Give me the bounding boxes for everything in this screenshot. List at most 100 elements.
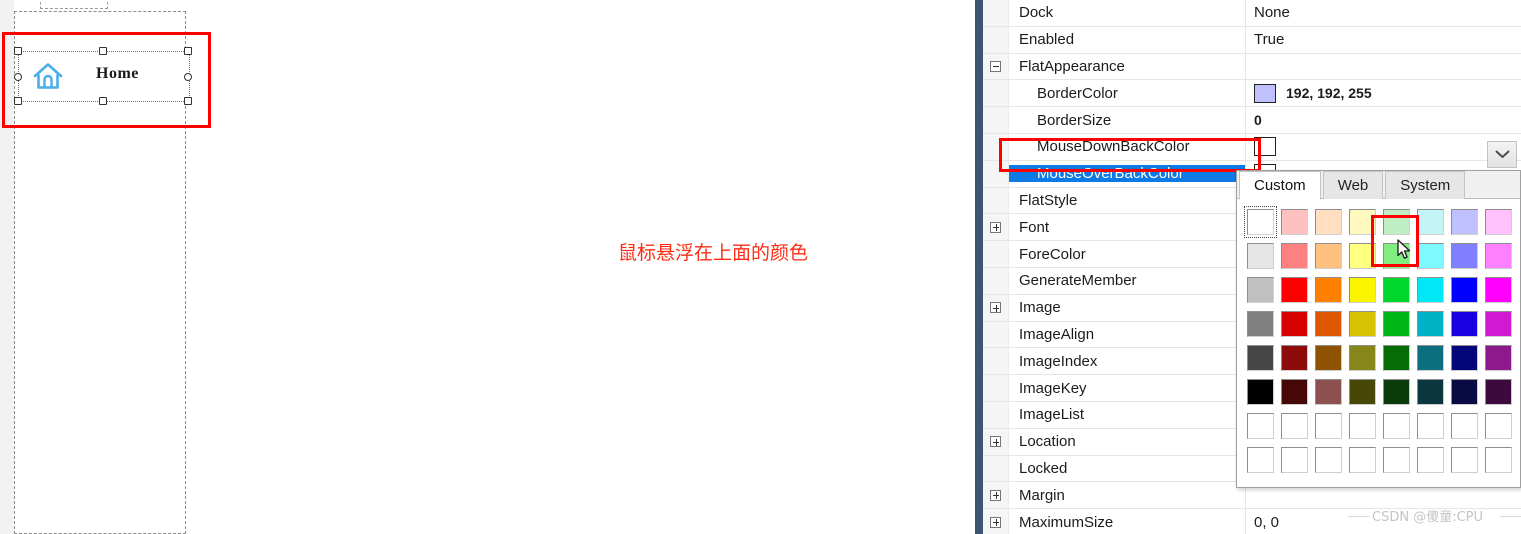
expand-plus-icon[interactable] xyxy=(990,489,1001,501)
color-chip[interactable] xyxy=(1280,311,1308,337)
property-name[interactable]: ImageKey xyxy=(1009,380,1245,397)
color-chip[interactable] xyxy=(1383,345,1411,371)
resize-handle-middle-left[interactable] xyxy=(14,73,22,81)
resize-handle-bottom-left[interactable] xyxy=(14,97,22,105)
color-swatch-cell[interactable] xyxy=(1345,409,1379,443)
color-swatch-cell[interactable] xyxy=(1482,205,1516,239)
color-tab-system[interactable]: System xyxy=(1385,171,1466,199)
color-swatch-cell[interactable] xyxy=(1414,239,1448,273)
color-chip[interactable] xyxy=(1417,209,1445,235)
color-swatch-cell[interactable] xyxy=(1243,409,1277,443)
color-chip[interactable] xyxy=(1280,209,1308,235)
color-swatch-cell[interactable] xyxy=(1414,443,1448,477)
color-chip[interactable] xyxy=(1246,379,1274,405)
property-name[interactable]: ImageList xyxy=(1009,406,1245,423)
color-chip[interactable] xyxy=(1314,209,1342,235)
color-swatch-cell[interactable] xyxy=(1345,239,1379,273)
color-chip[interactable] xyxy=(1246,311,1274,337)
color-swatch-cell[interactable] xyxy=(1345,375,1379,409)
color-chip[interactable] xyxy=(1383,311,1411,337)
color-chip[interactable] xyxy=(1485,209,1513,235)
color-swatch-cell[interactable] xyxy=(1311,409,1345,443)
property-name[interactable]: FlatAppearance xyxy=(1009,58,1245,75)
color-chip[interactable] xyxy=(1451,447,1479,473)
property-name[interactable]: MouseDownBackColor xyxy=(1009,138,1245,155)
color-chip[interactable] xyxy=(1348,243,1376,269)
color-chip[interactable] xyxy=(1280,345,1308,371)
property-name[interactable]: MaximumSize xyxy=(1009,514,1245,531)
property-value[interactable] xyxy=(1245,53,1521,80)
color-chip[interactable] xyxy=(1417,243,1445,269)
expand-plus-icon[interactable] xyxy=(990,436,1001,448)
color-chip[interactable] xyxy=(1383,209,1411,235)
color-tab-custom[interactable]: Custom xyxy=(1239,171,1321,200)
color-chip[interactable] xyxy=(1246,447,1274,473)
color-swatch-cell[interactable] xyxy=(1482,273,1516,307)
color-chip[interactable] xyxy=(1383,413,1411,439)
color-swatch-cell[interactable] xyxy=(1380,307,1414,341)
resize-handle-bottom-center[interactable] xyxy=(99,97,107,105)
color-swatch-cell[interactable] xyxy=(1448,409,1482,443)
color-swatch-cell[interactable] xyxy=(1482,341,1516,375)
expand-plus-icon[interactable] xyxy=(990,516,1001,528)
color-chip[interactable] xyxy=(1417,447,1445,473)
color-swatch-cell[interactable] xyxy=(1277,307,1311,341)
color-chip[interactable] xyxy=(1246,243,1274,269)
expand-plus-icon[interactable] xyxy=(990,221,1001,233)
color-chip[interactable] xyxy=(1417,277,1445,303)
color-palette-grid[interactable] xyxy=(1237,199,1520,481)
color-swatch-cell[interactable] xyxy=(1414,307,1448,341)
resize-handle-middle-right[interactable] xyxy=(184,73,192,81)
color-swatch-cell[interactable] xyxy=(1380,273,1414,307)
color-swatch-cell[interactable] xyxy=(1277,239,1311,273)
color-chip[interactable] xyxy=(1383,277,1411,303)
color-chip[interactable] xyxy=(1246,345,1274,371)
color-chip[interactable] xyxy=(1348,447,1376,473)
color-chip[interactable] xyxy=(1417,379,1445,405)
property-value[interactable] xyxy=(1245,133,1521,160)
property-name[interactable]: BorderColor xyxy=(1009,85,1245,102)
color-swatch-cell[interactable] xyxy=(1243,307,1277,341)
color-chip[interactable] xyxy=(1485,311,1513,337)
color-chip[interactable] xyxy=(1383,243,1411,269)
winforms-designer-canvas[interactable]: Home 鼠标悬浮在上面的颜色 xyxy=(0,0,975,534)
color-chip[interactable] xyxy=(1314,447,1342,473)
color-swatch-cell[interactable] xyxy=(1277,205,1311,239)
color-chip[interactable] xyxy=(1451,209,1479,235)
color-chip[interactable] xyxy=(1485,379,1513,405)
color-chip[interactable] xyxy=(1383,447,1411,473)
color-chip[interactable] xyxy=(1243,206,1277,238)
property-row[interactable]: Enabled True xyxy=(983,26,1521,54)
color-chip[interactable] xyxy=(1348,277,1376,303)
color-swatch-cell[interactable] xyxy=(1277,341,1311,375)
property-row[interactable]: BorderColor 192, 192, 255 xyxy=(983,80,1521,108)
property-name[interactable]: MouseOverBackColor xyxy=(1009,165,1245,183)
color-chip[interactable] xyxy=(1383,379,1411,405)
color-swatch-cell[interactable] xyxy=(1277,273,1311,307)
color-picker-dropdown[interactable]: Custom Web System xyxy=(1236,170,1521,488)
color-chip[interactable] xyxy=(1314,243,1342,269)
color-chip[interactable] xyxy=(1246,413,1274,439)
color-chip[interactable] xyxy=(1348,311,1376,337)
color-swatch-cell[interactable] xyxy=(1311,273,1345,307)
color-swatch-cell[interactable] xyxy=(1414,409,1448,443)
color-swatch-cell[interactable] xyxy=(1311,205,1345,239)
color-swatch-cell[interactable] xyxy=(1448,239,1482,273)
resize-handle-top-left[interactable] xyxy=(14,47,22,55)
property-row[interactable]: BorderSize 0 xyxy=(983,107,1521,134)
color-swatch-cell[interactable] xyxy=(1448,341,1482,375)
color-chip[interactable] xyxy=(1314,413,1342,439)
home-button[interactable]: Home xyxy=(18,51,190,102)
color-chip[interactable] xyxy=(1485,413,1513,439)
property-row[interactable]: MouseDownBackColor xyxy=(983,133,1521,161)
color-chip[interactable] xyxy=(1485,345,1513,371)
color-chip[interactable] xyxy=(1314,277,1342,303)
property-name[interactable]: ForeColor xyxy=(1009,246,1245,263)
color-swatch-cell[interactable] xyxy=(1380,239,1414,273)
color-chip[interactable] xyxy=(1314,379,1342,405)
property-name[interactable]: Margin xyxy=(1009,487,1245,504)
color-swatch-cell[interactable] xyxy=(1277,409,1311,443)
property-row[interactable]: Dock None xyxy=(983,0,1521,27)
color-chip[interactable] xyxy=(1451,413,1479,439)
color-swatch-cell[interactable] xyxy=(1482,239,1516,273)
